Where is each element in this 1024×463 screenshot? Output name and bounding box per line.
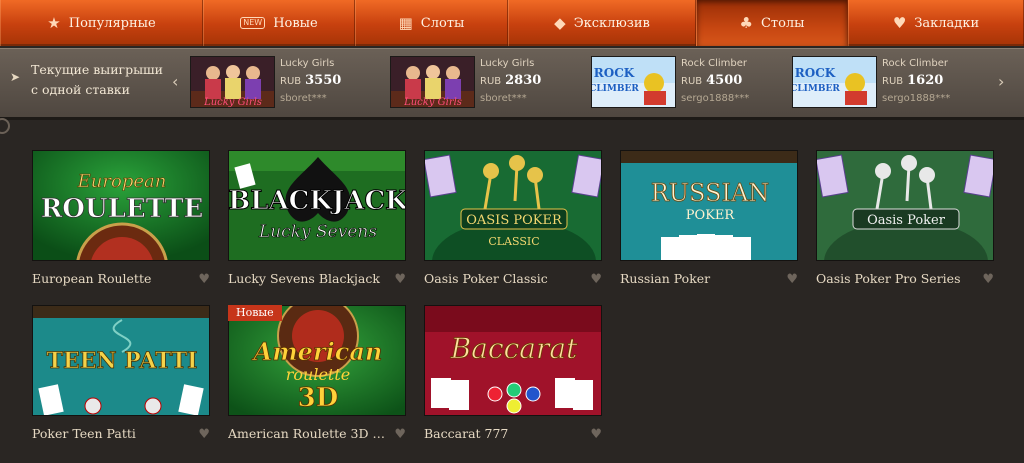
winners-next-button[interactable]: › — [998, 72, 1004, 91]
game-tile[interactable]: TEEN PATTI Poker Teen Patti ♥ — [32, 305, 210, 455]
nav-exclusive-label: Эксклюзив — [573, 15, 650, 31]
winner-amount: RUB 1620 — [882, 73, 944, 88]
nav-slots-label: Слоты — [420, 15, 465, 31]
game-thumbnail: RUSSIAN POKER — [620, 150, 798, 261]
nav-tables-label: Столы — [760, 15, 805, 31]
title-art: ROULETTE — [41, 194, 204, 224]
nav-bookmarks[interactable]: ♥ Закладки — [848, 0, 1024, 46]
winner-username: sboret*** — [480, 93, 527, 104]
title-art: TEEN PATTI — [47, 348, 198, 374]
lucky-girls-thumbnail: Lucky Girls — [390, 56, 475, 108]
winner-card[interactable]: ROCK CLIMBER Rock Climber RUB 4500 sergo1… — [591, 56, 791, 112]
cards-icon: ♣ — [739, 13, 753, 32]
nav-popular-label: Популярные — [68, 15, 156, 31]
climber-logo: CLIMBER — [793, 84, 840, 94]
game-tile[interactable]: BLACKJACK Lucky Sevens Lucky Sevens Blac… — [228, 150, 406, 300]
game-tile[interactable]: RUSSIAN POKER Russian Poker ♥ — [620, 150, 798, 300]
slot-icon: ▦ — [398, 13, 413, 32]
game-title: Oasis Poker Classic — [424, 271, 548, 286]
game-thumbnail: Oasis Poker — [816, 150, 994, 261]
game-title: Lucky Sevens Blackjack — [228, 271, 380, 286]
climber-logo: CLIMBER — [592, 84, 639, 94]
new-badge-icon: NEW — [240, 17, 266, 29]
favorite-heart-icon[interactable]: ♥ — [590, 427, 602, 442]
game-title: European Roulette — [32, 271, 152, 286]
winner-card[interactable]: Lucky Girls Lucky Girls RUB 2830 sboret**… — [390, 56, 590, 112]
favorite-heart-icon[interactable]: ♥ — [982, 272, 994, 287]
rock-climber-thumbnail: ROCK CLIMBER — [792, 56, 877, 108]
arrow-right-icon: ➤ — [10, 70, 21, 84]
nav-popular[interactable]: ★ Популярные — [0, 0, 203, 46]
game-thumbnail: Baccarat — [424, 305, 602, 416]
lucky-girls-logo: Lucky Girls — [403, 97, 462, 108]
title-art: Oasis Poker — [867, 213, 946, 228]
heart-icon: ♥ — [892, 13, 907, 32]
rock-logo: ROCK — [594, 66, 635, 80]
title-art: Baccarat — [450, 332, 578, 365]
title-art: CLASSIC — [488, 235, 539, 248]
winner-amount: RUB 3550 — [280, 73, 342, 88]
winner-username: sboret*** — [280, 93, 327, 104]
favorite-heart-icon[interactable]: ♥ — [590, 272, 602, 287]
title-art: OASIS POKER — [466, 213, 563, 228]
game-thumbnail: BLACKJACK Lucky Sevens — [228, 150, 406, 261]
rock-logo: ROCK — [795, 66, 836, 80]
game-tile[interactable]: OASIS POKER CLASSIC Oasis Poker Classic … — [424, 150, 602, 300]
favorite-heart-icon[interactable]: ♥ — [786, 272, 798, 287]
winners-prev-button[interactable]: ‹ — [172, 72, 178, 91]
title-art: POKER — [686, 208, 736, 223]
nav-new-label: Новые — [273, 15, 318, 31]
winner-game-name: Lucky Girls — [280, 58, 335, 69]
current-winners-strip: ➤ Текущие выигрыши с одной ставки ‹ › Lu… — [0, 48, 1024, 120]
lucky-girls-logo: Lucky Girls — [203, 97, 262, 108]
games-grid: European ROULETTE European Roulette ♥ BL… — [0, 140, 1024, 463]
game-thumbnail: TEEN PATTI — [32, 305, 210, 416]
favorite-heart-icon[interactable]: ♥ — [198, 272, 210, 287]
title-art: 3D — [298, 383, 339, 413]
title-art: European — [77, 171, 167, 192]
winner-game-name: Rock Climber — [681, 58, 747, 69]
category-nav: ★ Популярные NEW Новые ▦ Слоты ◆ Эксклюз… — [0, 0, 1024, 46]
rock-climber-thumbnail: ROCK CLIMBER — [591, 56, 676, 108]
game-tile[interactable]: Oasis Poker Oasis Poker Pro Series ♥ — [816, 150, 994, 300]
nav-bookmarks-label: Закладки — [914, 15, 980, 31]
winner-amount: RUB 4500 — [681, 73, 743, 88]
nav-tables[interactable]: ♣ Столы — [696, 0, 848, 46]
game-title: American Roulette 3D C... — [228, 426, 388, 441]
title-art: RUSSIAN — [651, 179, 770, 207]
winner-game-name: Rock Climber — [882, 58, 948, 69]
winner-username: sergo1888*** — [882, 93, 951, 104]
winner-game-name: Lucky Girls — [480, 58, 535, 69]
new-badge: Новые — [228, 305, 282, 321]
nav-slots[interactable]: ▦ Слоты — [355, 0, 508, 46]
title-art: roulette — [286, 365, 351, 384]
nav-new[interactable]: NEW Новые — [203, 0, 355, 46]
title-art: BLACKJACK — [229, 186, 406, 216]
winner-username: sergo1888*** — [681, 93, 750, 104]
star-icon: ★ — [47, 13, 61, 32]
winner-card[interactable]: ROCK CLIMBER Rock Climber RUB 1620 sergo1… — [792, 56, 992, 112]
game-thumbnail: European ROULETTE — [32, 150, 210, 261]
game-tile[interactable]: Новые American roulette 3D American Roul… — [228, 305, 406, 455]
favorite-heart-icon[interactable]: ♥ — [394, 427, 406, 442]
game-title: Oasis Poker Pro Series — [816, 271, 961, 286]
collapse-knob-icon[interactable] — [0, 118, 10, 134]
favorite-heart-icon[interactable]: ♥ — [198, 427, 210, 442]
game-thumbnail: OASIS POKER CLASSIC — [424, 150, 602, 261]
game-thumbnail: American roulette 3D — [228, 305, 406, 416]
winners-title: Текущие выигрыши с одной ставки — [31, 62, 163, 97]
title-art: American — [252, 337, 383, 366]
lucky-girls-thumbnail: Lucky Girls — [190, 56, 275, 108]
game-tile[interactable]: Baccarat Baccarat 777 ♥ — [424, 305, 602, 455]
winner-card[interactable]: Lucky Girls Lucky Girls RUB 3550 sboret**… — [190, 56, 390, 112]
game-title: Poker Teen Patti — [32, 426, 136, 441]
game-title: Russian Poker — [620, 271, 711, 286]
game-tile[interactable]: European ROULETTE European Roulette ♥ — [32, 150, 210, 300]
diamond-icon: ◆ — [554, 13, 566, 32]
winner-amount: RUB 2830 — [480, 73, 542, 88]
game-title: Baccarat 777 — [424, 426, 509, 441]
title-art: Lucky Sevens — [258, 222, 377, 242]
nav-exclusive[interactable]: ◆ Эксклюзив — [508, 0, 696, 46]
favorite-heart-icon[interactable]: ♥ — [394, 272, 406, 287]
